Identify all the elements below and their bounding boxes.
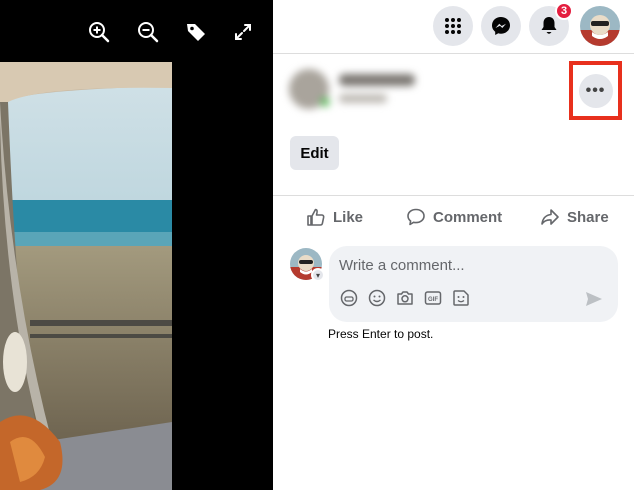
more-options-button[interactable]: ••• [578,73,613,108]
composer-hint: Press Enter to post. [328,327,434,341]
post-photo [0,62,172,490]
more-options-highlight: ••• [569,61,622,120]
notifications-button[interactable]: 3 [529,2,573,46]
app-root: 3 ••• Edit Like Comment Share ▾ Write a … [0,0,634,490]
share-icon [541,209,559,225]
avatar-sticker-icon[interactable] [339,288,359,308]
divider [273,195,634,196]
zoom-out-icon[interactable] [136,20,160,44]
menu-button[interactable] [433,6,473,46]
messenger-icon [492,17,510,35]
comment-icon [407,208,425,226]
sticker-icon[interactable] [451,288,471,308]
gif-icon[interactable]: GIF [423,288,443,308]
chevron-down-icon[interactable]: ▾ [311,268,325,282]
fullscreen-icon[interactable] [231,20,255,44]
share-button[interactable]: Share [540,199,609,235]
comment-label: Comment [433,208,503,226]
notifications-count-badge: 3 [555,2,573,20]
send-icon[interactable] [585,290,603,308]
svg-text:GIF: GIF [428,297,438,303]
bell-icon [541,17,557,34]
post-author-blurred [287,66,427,112]
photo-viewer [0,0,273,490]
profile-avatar[interactable] [580,6,620,46]
share-label: Share [567,208,609,226]
emoji-icon[interactable] [367,288,387,308]
thumbs-up-icon [307,208,325,226]
post-panel: 3 ••• Edit Like Comment Share ▾ Write a … [273,0,634,490]
comment-composer: GIF [329,246,618,322]
top-bar: 3 [273,0,634,54]
grid-menu-icon [445,18,461,34]
post-actions: Like Comment Share [273,199,634,235]
comment-input[interactable] [339,254,599,276]
like-button[interactable]: Like [306,199,363,235]
like-label: Like [333,208,364,226]
zoom-in-icon[interactable] [87,20,111,44]
tag-icon[interactable] [184,20,208,44]
edit-button[interactable]: Edit [290,136,339,170]
messenger-button[interactable] [481,6,521,46]
camera-icon[interactable] [395,288,415,308]
comment-button[interactable]: Comment [406,199,502,235]
